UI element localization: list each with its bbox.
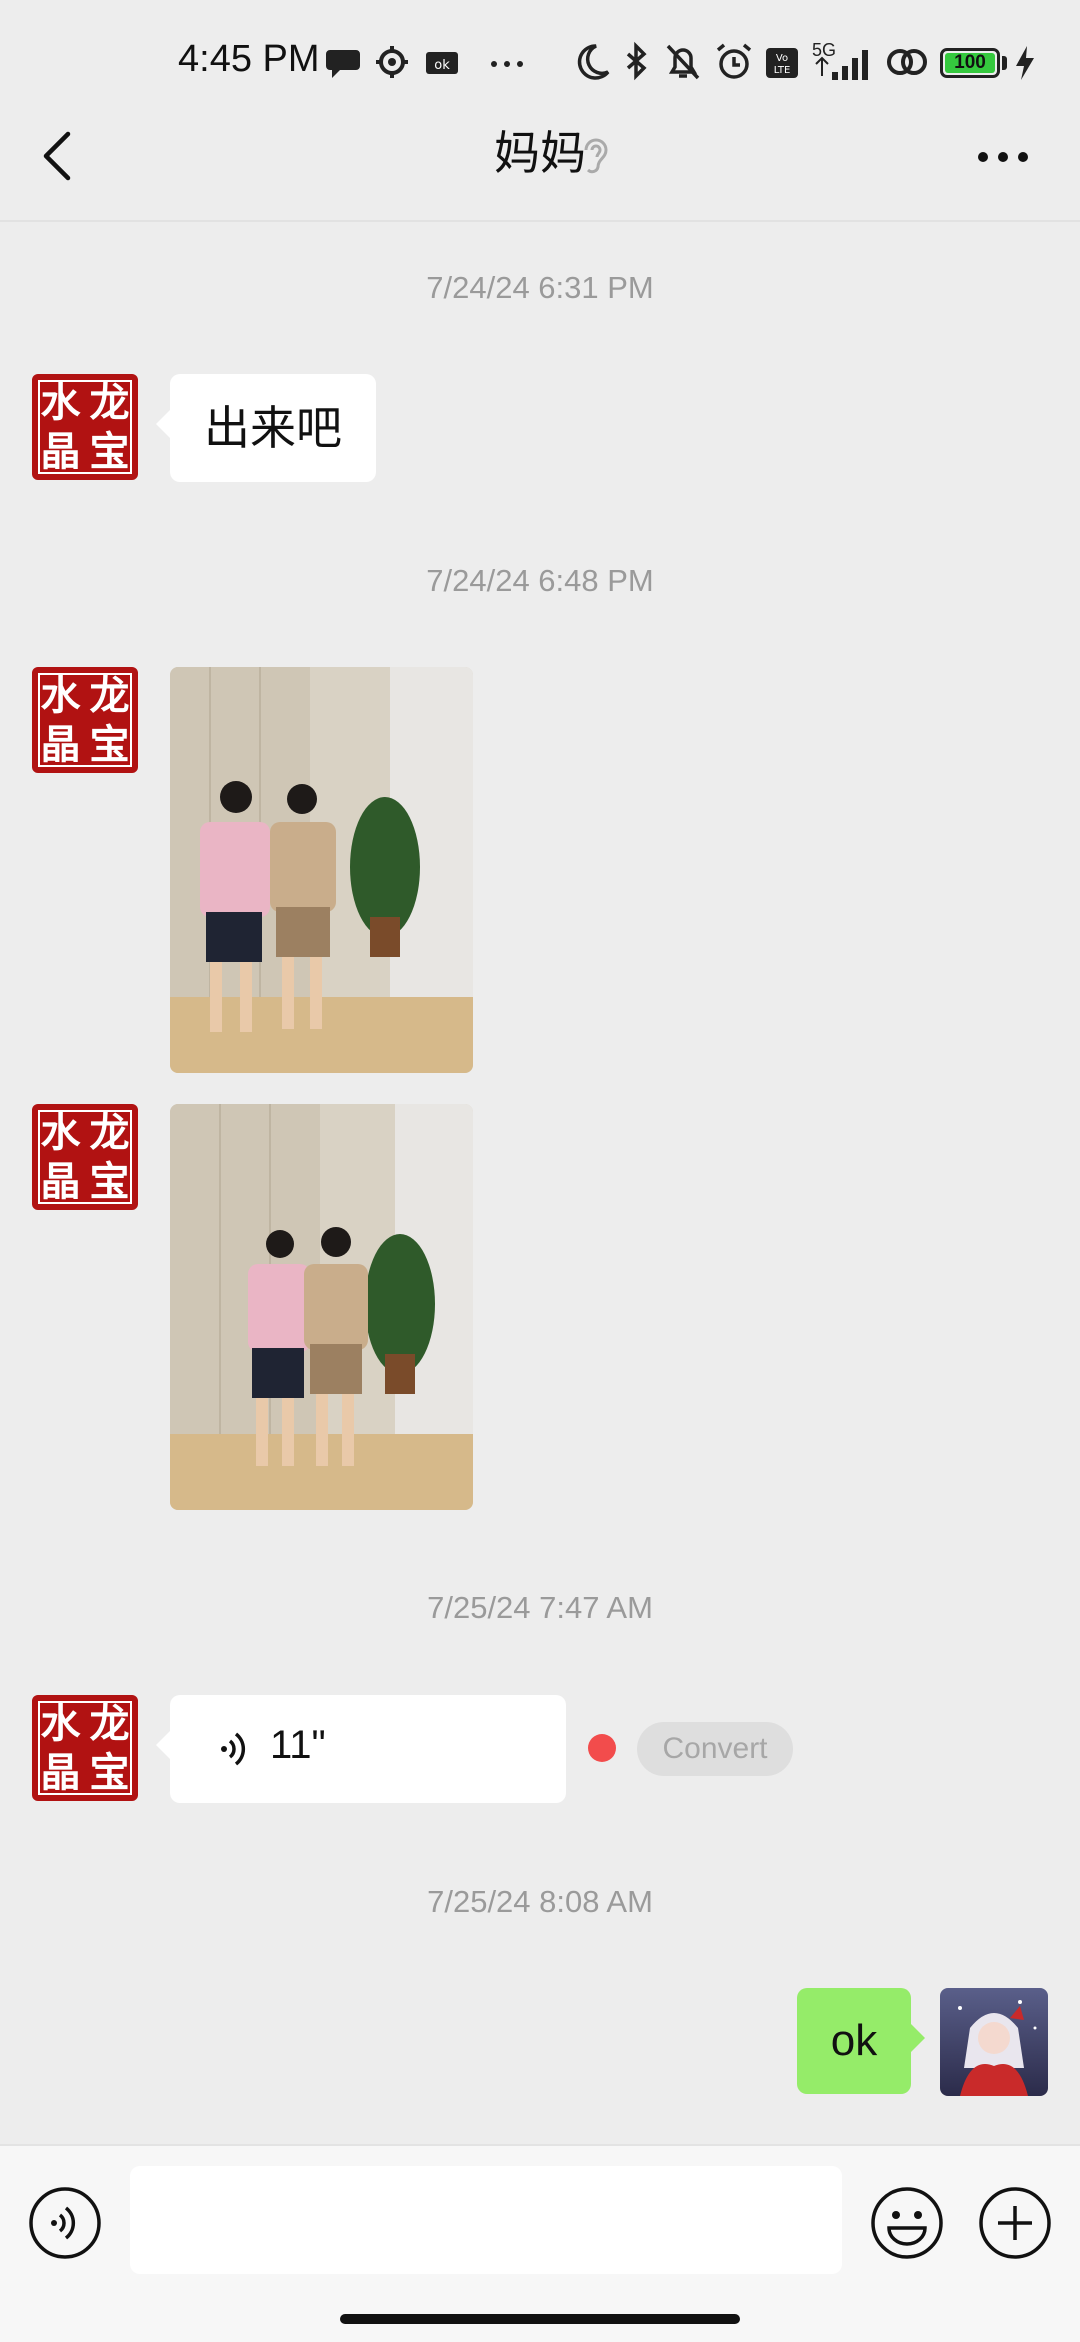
svg-text:Vo: Vo — [776, 53, 788, 64]
battery-tip — [1002, 56, 1007, 70]
link-icon — [887, 49, 927, 75]
contact-avatar[interactable]: 水龙 晶宝 — [32, 1695, 138, 1801]
vpn-icon: ok — [426, 52, 458, 74]
unread-dot — [588, 1734, 616, 1762]
sent-message-bubble[interactable]: ok — [797, 1988, 925, 2094]
more-dots-icon — [491, 61, 523, 67]
chat-bubble-icon — [326, 50, 360, 78]
my-avatar[interactable] — [940, 1988, 1048, 2096]
timestamp: 7/24/24 6:48 PM — [426, 563, 654, 598]
moon-icon — [577, 44, 610, 80]
header-divider — [0, 220, 1080, 222]
chat-title: 妈妈 — [494, 127, 586, 179]
timestamp: 7/25/24 7:47 AM — [427, 1590, 653, 1625]
timestamp: 7/24/24 6:31 PM — [426, 270, 654, 305]
status-time: 4:45 PM — [178, 38, 320, 80]
photo-message[interactable] — [170, 1104, 473, 1510]
voice-input-icon[interactable] — [28, 2186, 102, 2260]
battery-icon: 100 — [940, 48, 1000, 78]
plus-icon[interactable] — [978, 2186, 1052, 2260]
more-icon[interactable] — [976, 150, 1030, 164]
contact-avatar[interactable]: 水龙 晶宝 — [32, 374, 138, 480]
bluetooth-icon — [626, 41, 647, 81]
alarm-icon — [716, 43, 752, 79]
timestamp: 7/25/24 8:08 AM — [427, 1884, 653, 1919]
message-bubble[interactable]: 出来吧 — [156, 374, 376, 482]
status-bar: 4:45 PM ok Vo LTE 5G 100 — [0, 0, 1080, 120]
ear-icon — [584, 138, 608, 174]
svg-text:LTE: LTE — [774, 65, 791, 76]
photo-message[interactable] — [170, 667, 473, 1073]
home-indicator[interactable] — [340, 2314, 740, 2324]
volte-icon: VoLTE — [766, 48, 798, 78]
voice-wave-icon — [221, 1732, 246, 1766]
message-input[interactable] — [130, 2166, 842, 2274]
emoji-icon[interactable] — [870, 2186, 944, 2260]
charging-icon — [1016, 46, 1034, 80]
settings-icon — [376, 46, 408, 78]
signal-icon — [815, 50, 868, 80]
mute-icon — [666, 44, 700, 80]
contact-avatar[interactable]: 水龙 晶宝 — [32, 1104, 138, 1210]
voice-message[interactable]: 11" — [156, 1695, 566, 1803]
convert-button[interactable]: Convert — [637, 1722, 793, 1776]
voice-duration: 11" — [270, 1723, 326, 1767]
svg-text:ok: ok — [434, 58, 450, 73]
contact-avatar[interactable]: 水龙 晶宝 — [32, 667, 138, 773]
